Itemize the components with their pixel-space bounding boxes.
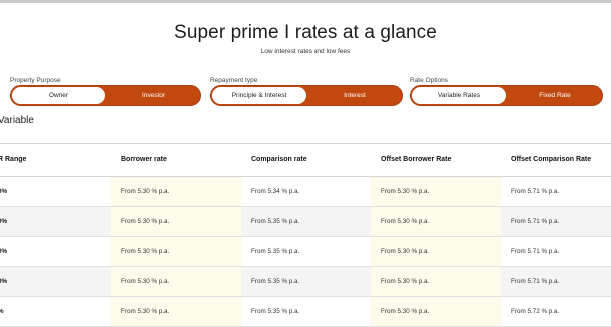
principle-interest-option[interactable]: Principle & Interest [212,87,306,104]
lvr-cell: % [0,297,4,326]
page-subtitle: Low interest rates and low fees [260,48,351,55]
lvr-cell: 0% [0,218,8,225]
offset-borrower-rate-cell: From 5.30 % p.a. [381,218,430,225]
variable-rates-option[interactable]: Variable Rates [412,87,506,104]
investor-option[interactable]: Investor [108,87,199,104]
comparison-rate-cell: From 5.35 % p.a. [251,218,300,225]
rate-options-toggle: Variable Rates Fixed Rate [410,85,603,106]
borrower-rate-cell: From 5.30 % p.a. [121,218,170,225]
borrower-rate-cell: From 5.30 % p.a. [121,188,170,195]
comparison-rate-cell: From 5.35 % p.a. [251,308,300,315]
table-row: 0% From 5.30 % p.a. From 5.35 % p.a. Fro… [0,237,611,267]
rate-options-group: Rate Options Variable Rates Fixed Rate [410,76,603,106]
comparison-rate-cell: From 5.35 % p.a. [251,248,300,255]
lvr-cell: 0% [0,278,8,285]
header-offset-comparison-rate: Offset Comparison Rate [511,156,592,163]
table-row: % From 5.30 % p.a. From 5.35 % p.a. From… [0,297,611,327]
section-label-variable: Variable [0,115,34,126]
lvr-cell: 0% [0,188,8,195]
property-purpose-label: Property Purpose [10,77,61,84]
comparison-rate-cell: From 5.34 % p.a. [251,188,300,195]
property-purpose-toggle: Owner Investor [10,85,201,106]
header-comparison-rate: Comparison rate [251,156,307,163]
interest-option[interactable]: Interest [309,87,401,104]
offset-comparison-rate-cell: From 5.71 % p.a. [511,278,560,285]
header-lvr-range: R Range [0,156,27,163]
table-header: R Range Borrower rate Comparison rate Of… [0,143,611,177]
borrower-rate-cell: From 5.30 % p.a. [121,308,170,315]
property-purpose-group: Property Purpose Owner Investor [10,76,201,106]
repayment-type-label: Repayment type [210,77,258,84]
offset-comparison-rate-cell: From 5.71 % p.a. [511,248,560,255]
fixed-rate-option[interactable]: Fixed Rate [509,87,601,104]
comparison-rate-cell: From 5.35 % p.a. [251,278,300,285]
offset-borrower-rate-cell: From 5.30 % p.a. [381,248,430,255]
header-borrower-rate: Borrower rate [121,156,167,163]
offset-borrower-rate-cell: From 5.30 % p.a. [381,188,430,195]
rates-table: R Range Borrower rate Comparison rate Of… [0,143,611,327]
lvr-cell: 0% [0,248,8,255]
offset-comparison-rate-cell: From 5.71 % p.a. [511,218,560,225]
header-offset-borrower-rate: Offset Borrower Rate [381,156,452,163]
repayment-type-toggle: Principle & Interest Interest [210,85,403,106]
borrower-rate-cell: From 5.30 % p.a. [121,248,170,255]
repayment-type-group: Repayment type Principle & Interest Inte… [210,76,403,106]
borrower-rate-cell: From 5.30 % p.a. [121,278,170,285]
offset-comparison-rate-cell: From 5.72 % p.a. [511,308,560,315]
top-bar [0,0,611,3]
offset-comparison-rate-cell: From 5.71 % p.a. [511,188,560,195]
page-title: Super prime I rates at a glance [174,22,437,43]
offset-borrower-rate-cell: From 5.30 % p.a. [381,278,430,285]
offset-borrower-rate-cell: From 5.30 % p.a. [381,308,430,315]
owner-option[interactable]: Owner [12,87,105,104]
table-row: 0% From 5.30 % p.a. From 5.34 % p.a. Fro… [0,177,611,207]
rate-options-label: Rate Options [410,77,448,84]
table-row: 0% From 5.30 % p.a. From 5.35 % p.a. Fro… [0,207,611,237]
table-row: 0% From 5.30 % p.a. From 5.35 % p.a. Fro… [0,267,611,297]
